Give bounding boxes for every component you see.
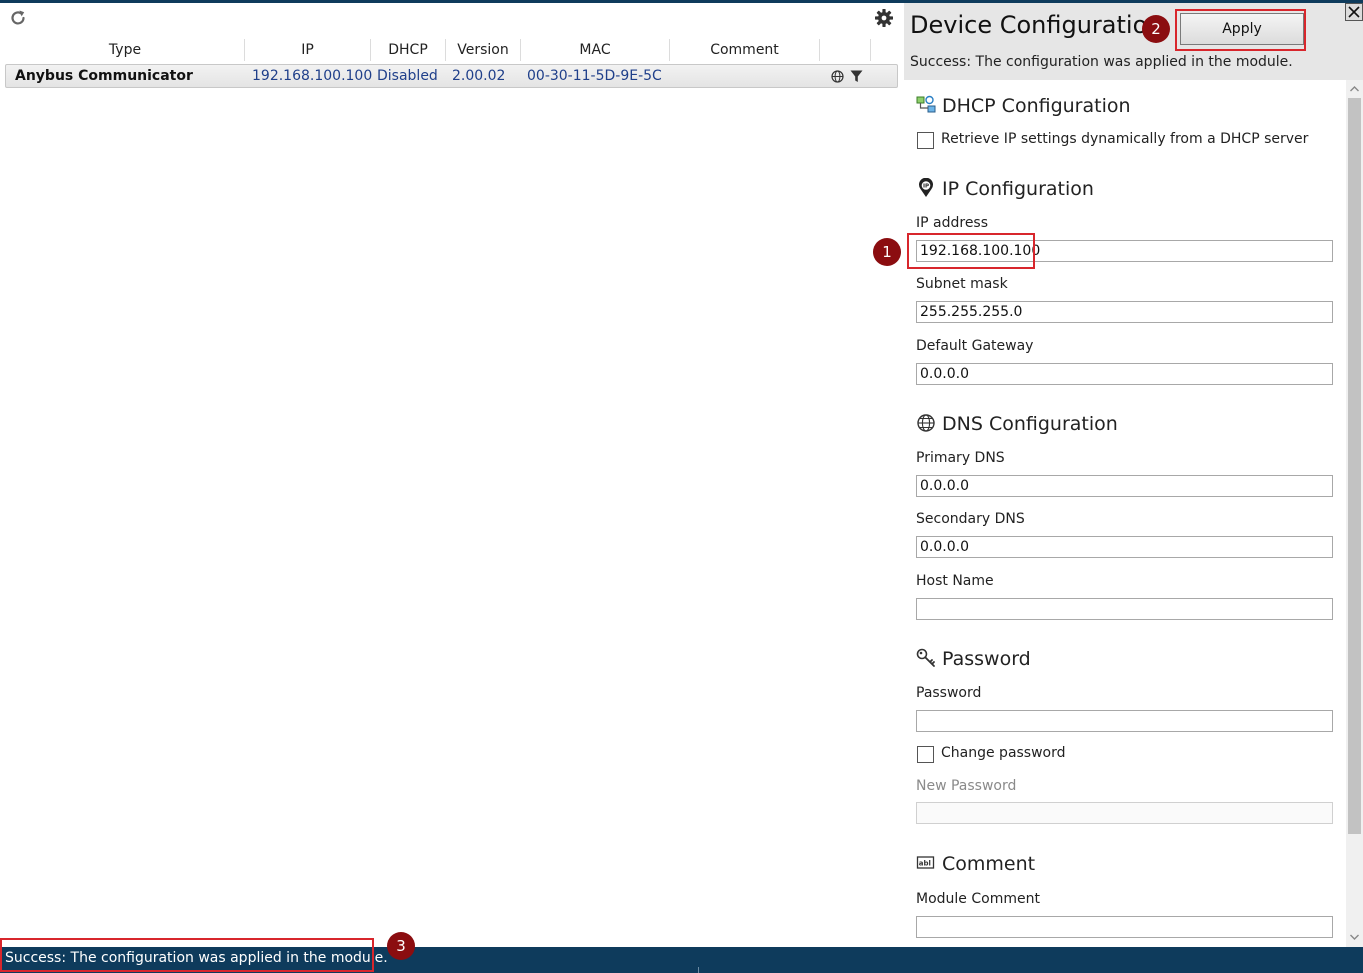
annotation-badge-3: 3 [387, 932, 415, 960]
ip-section-title: IP Configuration [942, 178, 1094, 200]
config-header: Device Configuration Apply Success: The … [904, 3, 1363, 80]
svg-text:abl: abl [919, 860, 931, 868]
comment-section-title: Comment [942, 853, 1036, 875]
scrollbar-thumb[interactable] [1348, 98, 1361, 834]
secondary-dns-input[interactable] [916, 536, 1333, 558]
dhcp-checkbox-label: Retrieve IP settings dynamically from a … [941, 131, 1309, 147]
new-password-input[interactable] [916, 802, 1333, 824]
module-comment-label: Module Comment [916, 891, 1040, 907]
close-icon [1348, 6, 1360, 18]
annotation-badge-2: 2 [1142, 15, 1170, 43]
svg-text:IP: IP [923, 184, 929, 190]
device-configuration-pane: Device Configuration Apply Success: The … [904, 3, 1363, 947]
globe-icon [916, 413, 936, 433]
column-header-mac[interactable]: MAC [521, 39, 670, 61]
table-row[interactable]: Anybus Communicator 192.168.100.100 Disa… [5, 64, 898, 88]
password-section-title: Password [942, 648, 1031, 670]
status-highlight-box [0, 938, 374, 972]
new-password-label: New Password [916, 778, 1017, 794]
config-status-message: Success: The configuration was applied i… [910, 54, 1293, 70]
host-name-label: Host Name [916, 573, 994, 589]
device-mac-cell: 00-30-11-5D-9E-5C [527, 68, 662, 84]
secondary-dns-label: Secondary DNS [916, 511, 1025, 527]
change-password-checkbox[interactable] [917, 746, 934, 763]
password-label: Password [916, 685, 982, 701]
page-title: Device Configuration [910, 11, 1163, 39]
device-table-header: Type IP DHCP Version MAC Comment [6, 39, 898, 61]
globe-icon [831, 70, 844, 83]
config-form: DHCP Configuration Retrieve IP settings … [904, 80, 1346, 947]
chevron-up-icon [1350, 86, 1359, 92]
primary-dns-input[interactable] [916, 475, 1333, 497]
subnet-mask-label: Subnet mask [916, 276, 1008, 292]
gear-icon [875, 9, 893, 27]
column-header-type[interactable]: Type [6, 39, 245, 61]
column-header-comment[interactable]: Comment [670, 39, 820, 61]
annotation-badge-1: 1 [873, 238, 901, 266]
column-header-dhcp[interactable]: DHCP [371, 39, 446, 61]
ip-address-label: IP address [916, 215, 989, 231]
filter-icon [850, 70, 863, 82]
device-version-cell: 2.00.02 [452, 68, 506, 84]
device-ip-cell: 192.168.100.100 [252, 68, 373, 84]
column-header-ip[interactable]: IP [245, 39, 371, 61]
column-header-actions [820, 39, 871, 61]
open-web-button[interactable] [831, 70, 844, 83]
dhcp-section-title: DHCP Configuration [942, 95, 1131, 117]
network-icon [916, 95, 936, 115]
refresh-icon [11, 10, 25, 25]
config-scrollbar[interactable] [1346, 80, 1363, 947]
status-bar-divider [698, 967, 699, 973]
scroll-up-button[interactable] [1346, 82, 1363, 96]
ip-address-highlight-box [907, 233, 1035, 269]
key-icon [916, 648, 936, 668]
refresh-button[interactable] [8, 8, 28, 28]
password-input[interactable] [916, 710, 1333, 732]
scroll-down-button[interactable] [1346, 930, 1363, 944]
device-list-pane: Type IP DHCP Version MAC Comment Anybus … [0, 3, 904, 947]
default-gateway-input[interactable] [916, 363, 1333, 385]
host-name-input[interactable] [916, 598, 1333, 620]
settings-button[interactable] [874, 8, 894, 28]
chevron-down-icon [1350, 934, 1359, 940]
filter-button[interactable] [850, 70, 863, 83]
device-type-cell: Anybus Communicator [15, 68, 193, 84]
primary-dns-label: Primary DNS [916, 450, 1005, 466]
default-gateway-label: Default Gateway [916, 338, 1034, 354]
text-field-icon: abl [916, 853, 936, 873]
apply-highlight-box [1175, 9, 1306, 51]
module-comment-input[interactable] [916, 916, 1333, 938]
dhcp-checkbox[interactable] [917, 132, 934, 149]
change-password-label: Change password [941, 745, 1066, 761]
ip-pin-icon: IP [916, 177, 936, 198]
column-header-version[interactable]: Version [446, 39, 521, 61]
subnet-mask-input[interactable] [916, 301, 1333, 323]
device-dhcp-cell: Disabled [377, 68, 438, 84]
dns-section-title: DNS Configuration [942, 413, 1118, 435]
close-button[interactable] [1345, 3, 1363, 21]
